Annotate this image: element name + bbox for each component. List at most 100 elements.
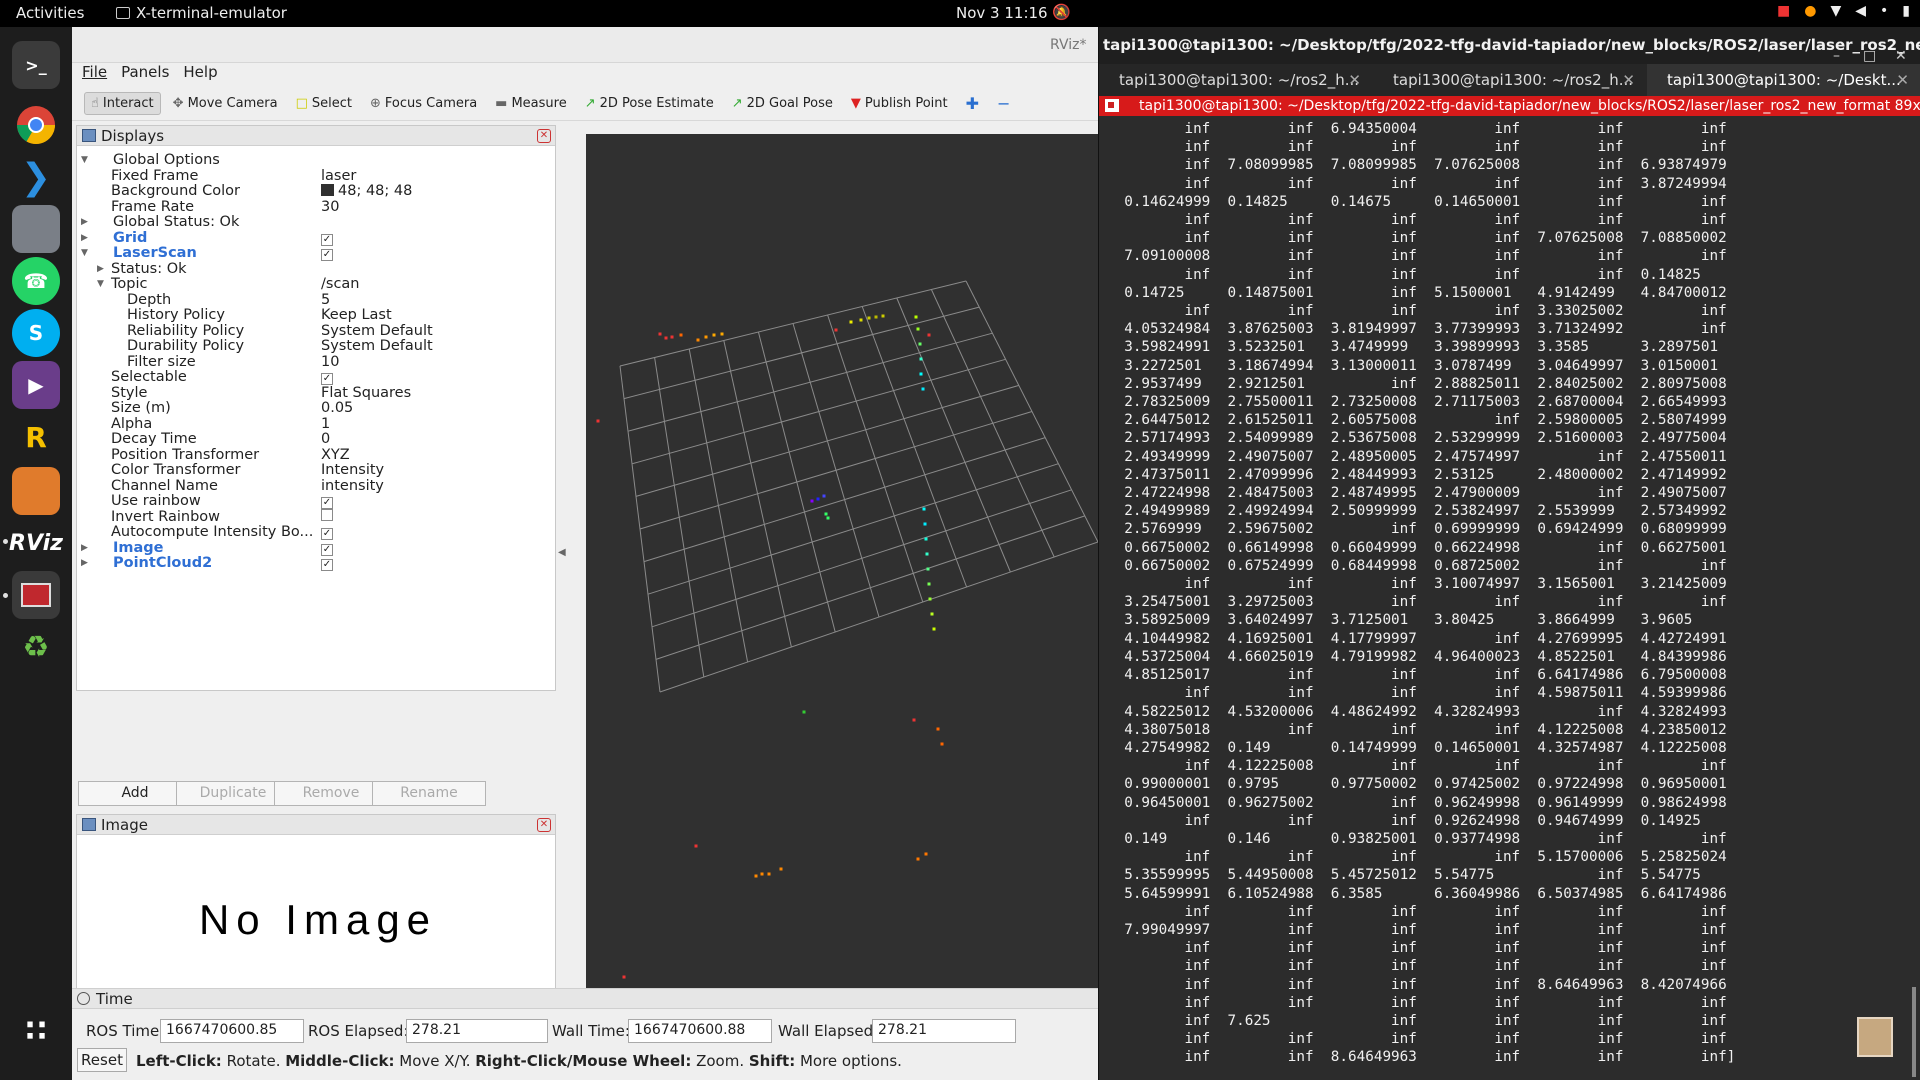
goal-pose-tool-button[interactable]: ↗ 2D Goal Pose	[726, 93, 839, 114]
monitor-icon[interactable]	[12, 571, 60, 619]
close-tab-icon[interactable]: ✕	[1896, 64, 1909, 96]
terminal-icon-inner	[1108, 102, 1114, 108]
green-arrow-icon: ↗	[584, 96, 596, 111]
tool-label: Focus Camera	[384, 96, 478, 111]
terminal-tab[interactable]: tapi1300@tapi1300: ~/ros2_h... ✕	[1373, 64, 1647, 96]
app-menu[interactable]: X-terminal-emulator	[116, 4, 287, 22]
wall-time-field[interactable]: 1667470600.88	[628, 1019, 772, 1043]
minimize-icon[interactable]: –	[1833, 38, 1840, 64]
focus-camera-tool-button[interactable]: ⊕ Focus Camera	[364, 93, 483, 114]
clock[interactable]: Nov 3 11:16	[956, 4, 1048, 22]
ros-time-label: ROS Time:	[86, 1022, 165, 1040]
time-header: Time	[72, 989, 1098, 1009]
image-icon	[82, 818, 96, 831]
ruler-icon: ▬	[495, 96, 508, 111]
trash-icon[interactable]: ♻	[12, 623, 60, 671]
ros-time-field[interactable]: 1667470600.85	[160, 1019, 304, 1043]
terminal-tab[interactable]: tapi1300@tapi1300: ~/ros2_h... ✕	[1099, 64, 1373, 96]
help-key: Right-Click/Mouse Wheel:	[475, 1052, 692, 1070]
pose-estimate-tool-button[interactable]: ↗ 2D Pose Estimate	[579, 93, 720, 114]
tree-row[interactable]: ▶ PointCloud2 ✓	[77, 554, 555, 573]
tab-label: tapi1300@tapi1300: ~/ros2_h...	[1119, 71, 1359, 89]
displays-panel: Displays ✕ ▼ Global Options Fixed Frame las…	[76, 125, 556, 691]
dock: >_ ❯ ☎ S ▶ R RViz ♻ ∷	[0, 27, 72, 1080]
close-icon[interactable]: ✕	[537, 129, 551, 143]
skype-icon[interactable]: S	[12, 309, 60, 357]
3d-view[interactable]	[586, 134, 1099, 1001]
close-tab-icon[interactable]: ✕	[1622, 64, 1635, 96]
remove-tool-button[interactable]: −	[991, 91, 1016, 116]
rviz-titlebar[interactable]: RViz*	[72, 27, 1098, 63]
reset-button[interactable]: Reset	[77, 1048, 127, 1072]
measure-tool-button[interactable]: ▬ Measure	[489, 93, 573, 114]
add-tool-button[interactable]: ✚	[960, 91, 985, 116]
whatsapp-icon[interactable]: ☎	[12, 257, 60, 305]
activities-button[interactable]: Activities	[16, 4, 84, 22]
close-icon[interactable]: ✕	[537, 818, 551, 832]
checkbox[interactable]: ✓	[321, 559, 333, 571]
grid-line	[827, 314, 924, 603]
add-button[interactable]: Add	[78, 781, 192, 806]
scan-point	[918, 342, 922, 346]
duplicate-button[interactable]: Duplicate	[176, 781, 290, 806]
apps-grid-icon[interactable]: ∷	[12, 1007, 60, 1055]
chrome-icon[interactable]	[12, 101, 60, 149]
scan-point	[867, 316, 871, 320]
battery-icon: ▮	[1902, 3, 1910, 19]
vscode-icon[interactable]: ❯	[12, 153, 60, 201]
interact-tool-button[interactable]: ☝ Interact	[84, 92, 161, 115]
terminal-subtitle: tapi1300@tapi1300: ~/Desktop/tfg/2022-tf…	[1139, 98, 1920, 114]
menu-panels[interactable]: Panels	[121, 63, 169, 86]
running-indicator	[3, 539, 8, 544]
tab-label: tapi1300@tapi1300: ~/ros2_h...	[1393, 71, 1633, 89]
scan-point	[779, 867, 783, 871]
display-buttons: Add Duplicate Remove Rename	[76, 781, 556, 807]
scan-point	[834, 328, 838, 332]
publish-point-tool-button[interactable]: ▼ Publish Point	[845, 93, 954, 114]
scan-point	[924, 852, 928, 856]
wifi-icon: ▼	[1830, 3, 1842, 19]
running-indicator	[3, 593, 8, 598]
scan-point	[927, 582, 931, 586]
system-tray[interactable]: ■ ● ▼ ◀ • ▮	[1777, 3, 1910, 19]
no-image-placeholder: No Image	[85, 845, 551, 995]
scan-point	[922, 507, 926, 511]
microphone-icon: •	[1880, 3, 1889, 19]
scrollbar[interactable]	[1912, 987, 1916, 1077]
checkbox[interactable]	[321, 508, 333, 521]
rviz-icon[interactable]: RViz	[9, 519, 63, 567]
scan-point	[874, 315, 878, 319]
scan-point	[679, 333, 683, 337]
wall-elapsed-field[interactable]: 278.21	[872, 1019, 1016, 1043]
scan-point	[816, 497, 820, 501]
files-icon[interactable]	[12, 205, 60, 253]
remove-button[interactable]: Remove	[274, 781, 388, 806]
grid-line	[647, 463, 1059, 595]
collapse-arrow-icon[interactable]: ◀	[558, 547, 572, 563]
chevron-right-icon[interactable]: ▶	[81, 554, 88, 573]
scan-point	[670, 335, 674, 339]
menu-help[interactable]: Help	[183, 63, 217, 86]
maximize-icon[interactable]: □	[1863, 38, 1876, 64]
window-title: RViz*	[1050, 37, 1087, 53]
scan-point	[925, 552, 929, 556]
terminal-output[interactable]: inf inf 6.94350004 inf inf inf inf inf i…	[1107, 120, 1735, 1067]
scan-point	[824, 512, 828, 516]
close-icon[interactable]: ✕	[1895, 38, 1907, 64]
scan-point	[881, 314, 885, 318]
close-tab-icon[interactable]: ✕	[1348, 64, 1361, 96]
video-icon[interactable]: ▶	[12, 361, 60, 409]
move-camera-tool-button[interactable]: ✥ Move Camera	[167, 93, 284, 114]
move-icon: ✥	[172, 96, 184, 111]
ros-elapsed-field[interactable]: 278.21	[406, 1019, 548, 1043]
plus-icon: ✚	[965, 94, 980, 113]
terminal-tab-active[interactable]: tapi1300@tapi1300: ~/Deskt... ✕	[1647, 64, 1920, 96]
terminal-titlebar[interactable]: tapi1300@tapi1300: ~/Desktop/tfg/2022-tf…	[1099, 27, 1920, 64]
select-tool-button[interactable]: □ Select	[290, 93, 358, 114]
terminal-icon[interactable]: >_	[12, 41, 60, 89]
clock-icon	[77, 992, 90, 1005]
archive-icon[interactable]	[12, 467, 60, 515]
menu-file[interactable]: File	[82, 63, 107, 86]
rename-button[interactable]: Rename	[372, 781, 486, 806]
riscv-icon[interactable]: R	[12, 413, 60, 461]
